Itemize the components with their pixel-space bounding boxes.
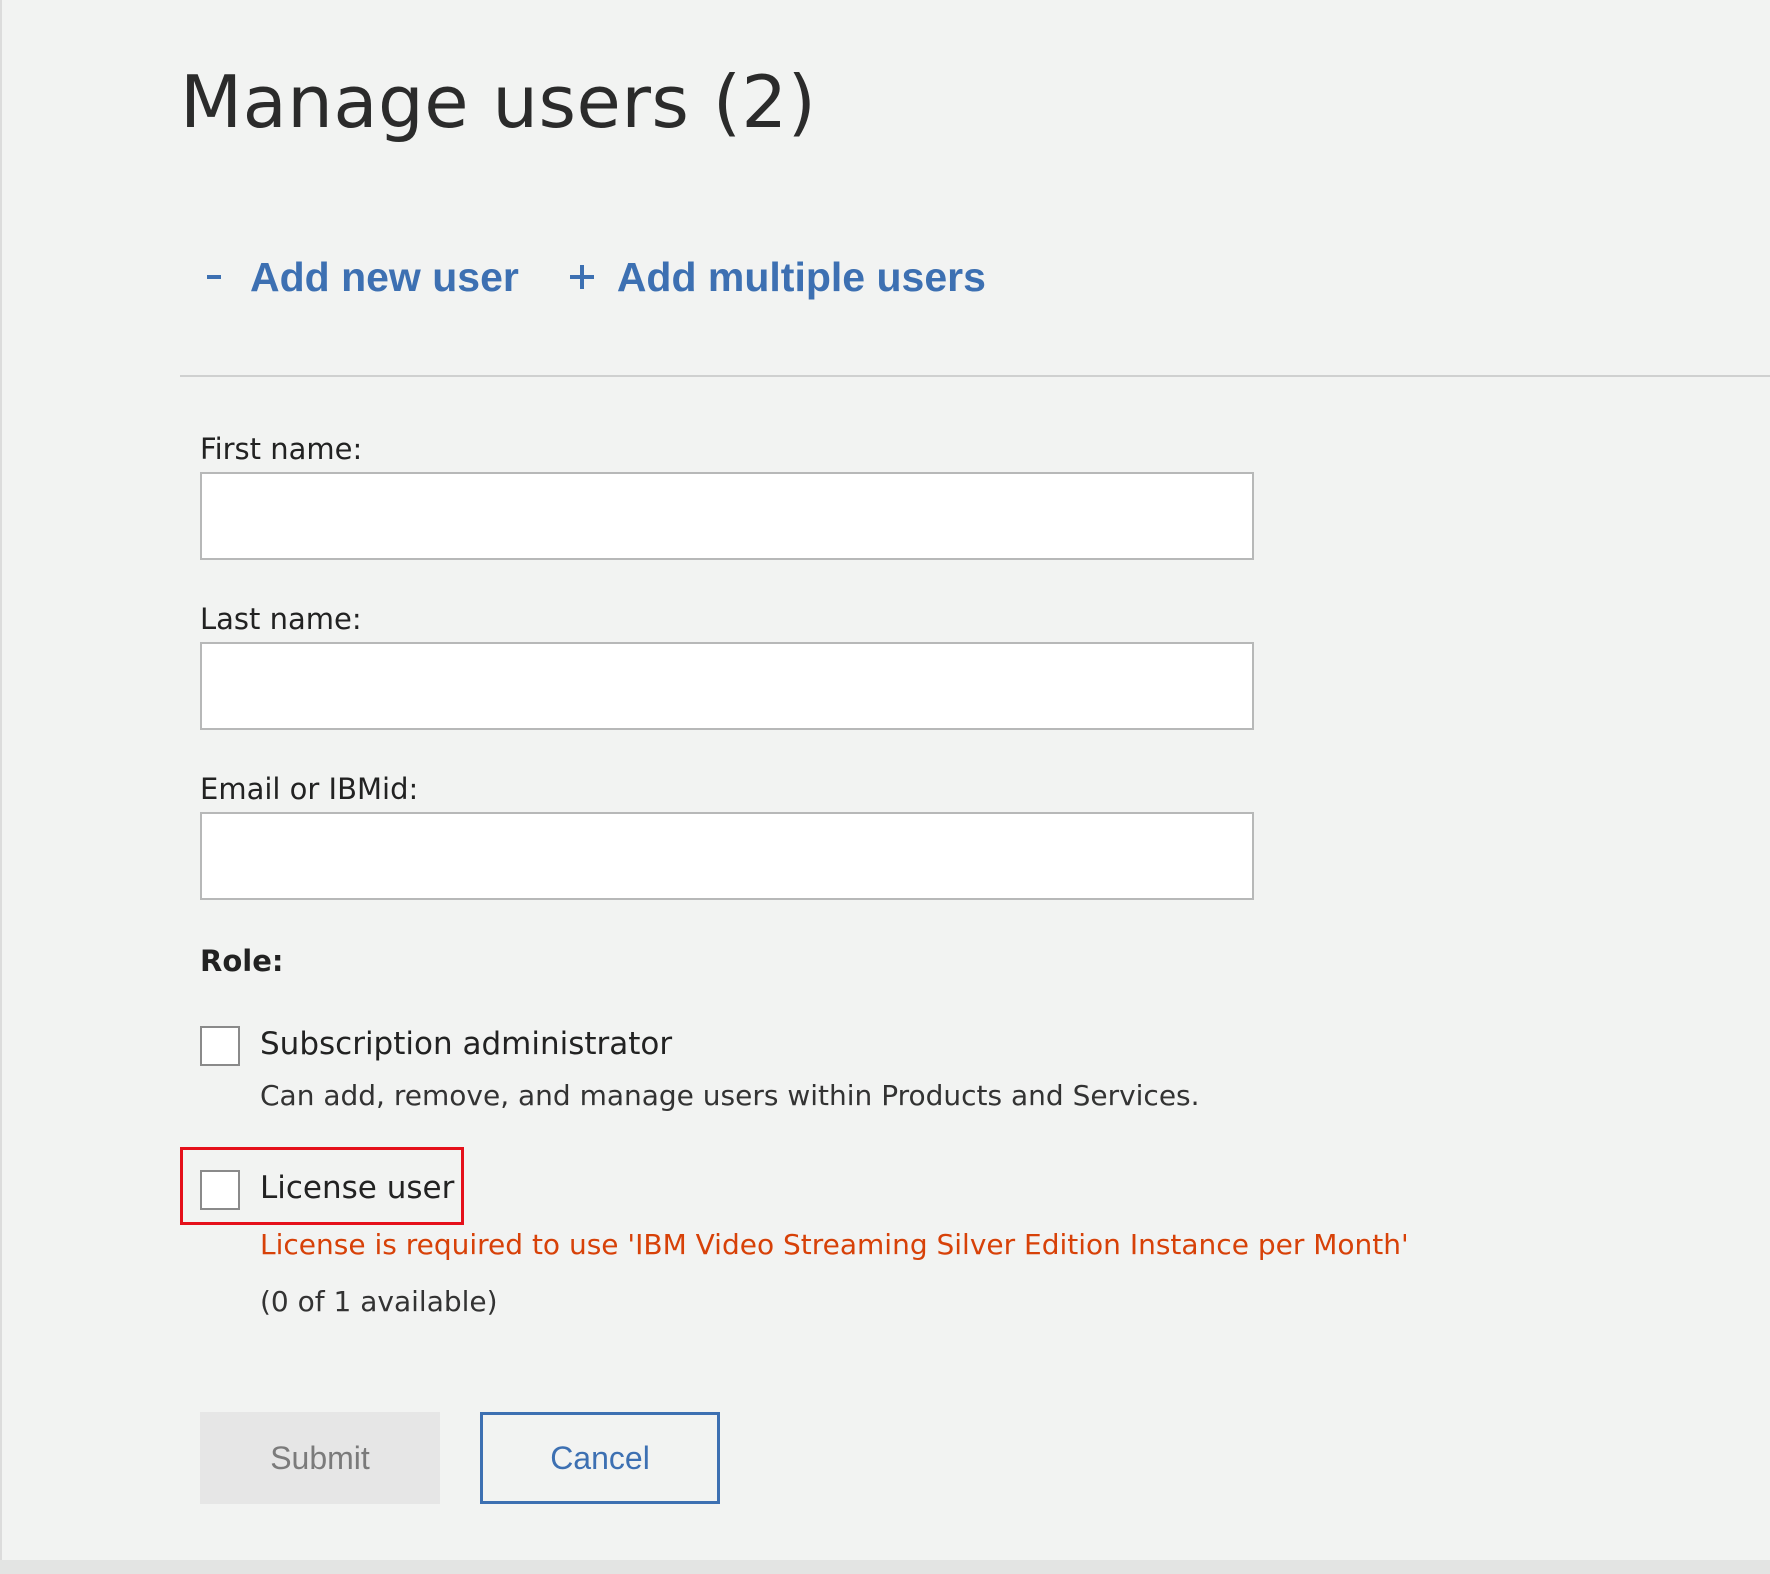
subscription-administrator-description: Can add, remove, and manage users within… <box>260 1079 1200 1112</box>
plus-icon <box>567 257 597 297</box>
add-new-user-label: Add new user <box>250 254 519 300</box>
first-name-input[interactable] <box>200 472 1254 560</box>
first-name-label: First name: <box>200 432 363 466</box>
email-input[interactable] <box>200 812 1254 900</box>
add-multiple-users-link[interactable]: Add multiple users <box>567 248 986 306</box>
submit-button[interactable]: Submit <box>200 1412 440 1504</box>
manage-users-page: Manage users (2) Add new user Add multip… <box>180 0 1770 1574</box>
page-title: Manage users (2) <box>180 60 817 144</box>
add-new-user-link[interactable]: Add new user <box>200 248 519 306</box>
role-label: Role: <box>200 944 284 978</box>
license-user-label[interactable]: License user <box>260 1168 454 1208</box>
cancel-button[interactable]: Cancel <box>480 1412 720 1504</box>
license-availability: (0 of 1 available) <box>260 1285 498 1318</box>
license-warning-text: License is required to use 'IBM Video St… <box>260 1228 1409 1261</box>
subscription-administrator-label[interactable]: Subscription administrator <box>260 1024 672 1064</box>
minus-icon <box>200 257 230 297</box>
left-border <box>0 0 2 1574</box>
license-user-checkbox[interactable] <box>200 1170 240 1210</box>
subscription-administrator-checkbox[interactable] <box>200 1026 240 1066</box>
add-multiple-users-label: Add multiple users <box>616 254 986 300</box>
last-name-input[interactable] <box>200 642 1254 730</box>
footer-band <box>0 1560 1770 1574</box>
last-name-label: Last name: <box>200 602 362 636</box>
user-actions: Add new user Add multiple users <box>200 248 986 306</box>
email-label: Email or IBMid: <box>200 772 419 806</box>
section-divider <box>180 375 1770 377</box>
